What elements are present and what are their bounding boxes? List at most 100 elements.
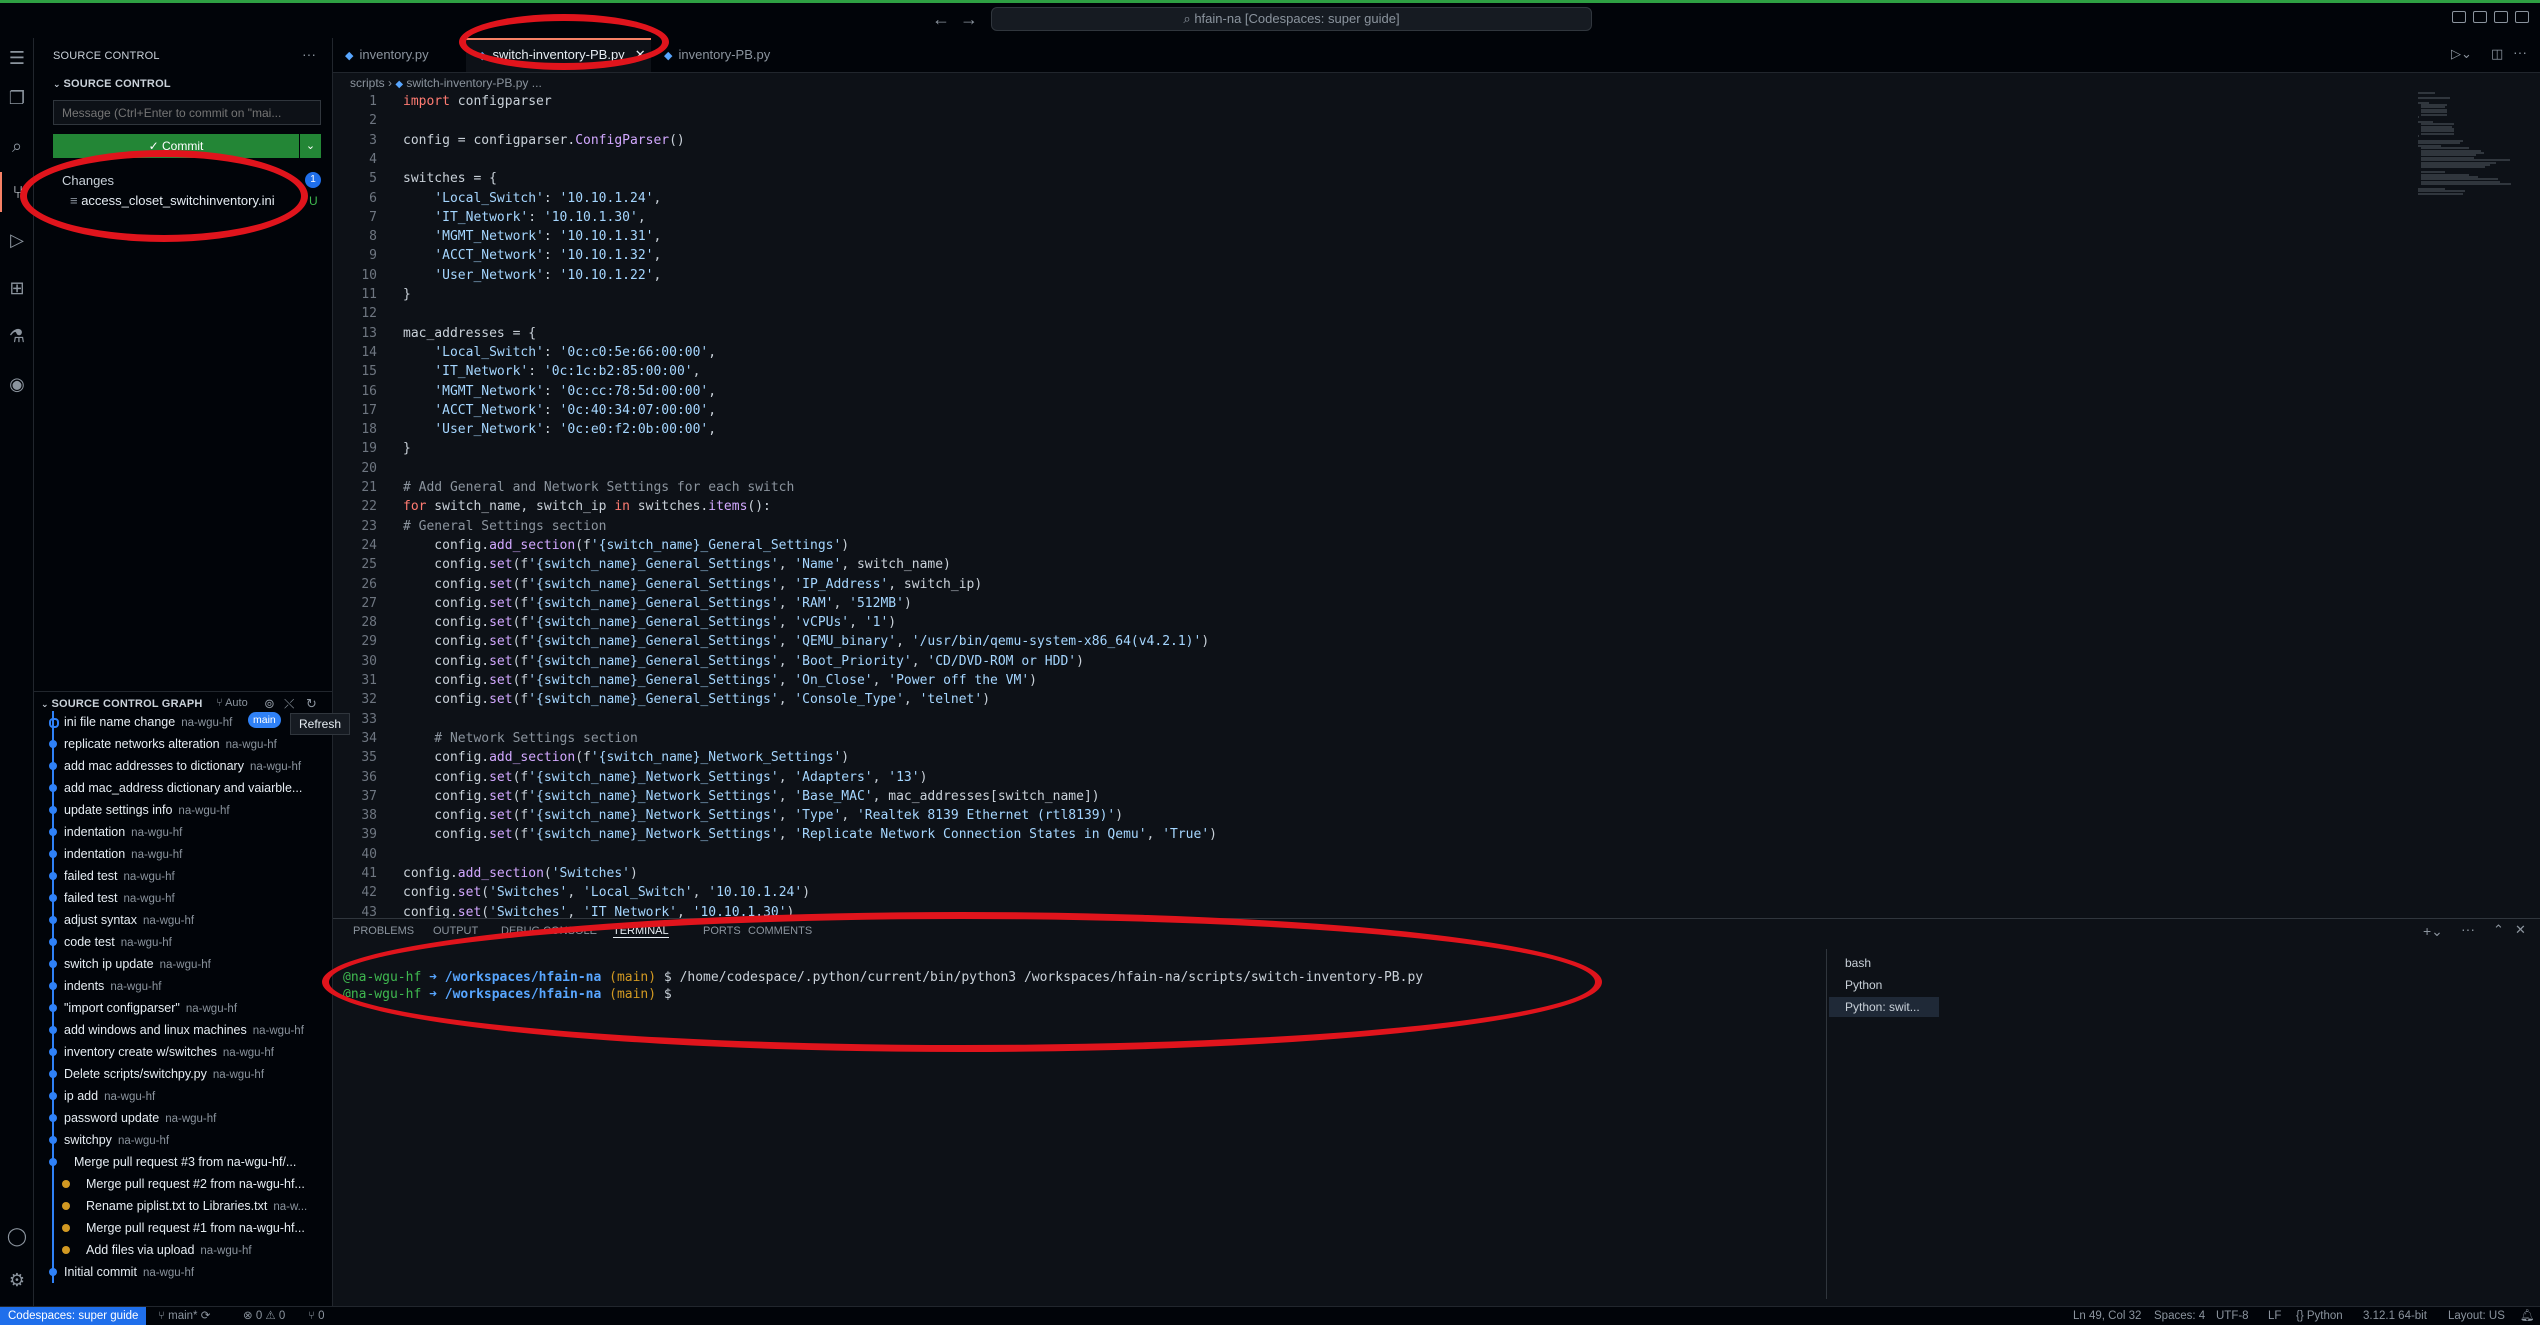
- line-number: 26: [361, 576, 377, 592]
- cursor-position[interactable]: Ln 49, Col 32: [2073, 1307, 2141, 1325]
- commit-row[interactable]: add mac_address dictionary and vaiarble.…: [34, 777, 333, 799]
- toggle-secondary-sidebar-icon[interactable]: [2494, 11, 2508, 23]
- extensions-icon[interactable]: ⊞: [0, 268, 34, 308]
- commit-message: update settings info: [64, 803, 173, 817]
- run-debug-icon[interactable]: ▷: [0, 220, 34, 260]
- commit-row[interactable]: indentation na-wgu-hf: [34, 821, 333, 843]
- commit-row[interactable]: replicate networks alteration na-wgu-hf: [34, 733, 333, 755]
- toggle-sidebar-icon[interactable]: [2452, 11, 2466, 23]
- commit-row[interactable]: Add files via upload na-wgu-hf: [34, 1239, 333, 1261]
- tab-inventory-pb[interactable]: ◆ inventory-PB.py: [652, 38, 814, 72]
- section-title[interactable]: ⌄ SOURCE CONTROL: [53, 78, 171, 90]
- commit-row[interactable]: update settings info na-wgu-hf: [34, 799, 333, 821]
- tab-problems[interactable]: PROBLEMS: [353, 925, 414, 937]
- more-actions-icon[interactable]: ···: [302, 46, 316, 62]
- panel-more-icon[interactable]: ···: [2461, 921, 2475, 937]
- terminal-item-bash[interactable]: bash: [1829, 953, 1939, 973]
- code-editor[interactable]: 1 import configparser 2 3 config = configpar…: [333, 92, 2540, 918]
- commit-author: na-wgu-hf: [178, 805, 230, 817]
- commit-row[interactable]: Delete scripts/switchpy.py na-wgu-hf: [34, 1063, 333, 1085]
- commit-author: na-wgu-hf: [104, 1091, 156, 1103]
- commit-row[interactable]: ip add na-wgu-hf: [34, 1085, 333, 1107]
- accounts-icon[interactable]: ◯: [0, 1216, 34, 1256]
- commit-row[interactable]: Initial commit na-wgu-hf: [34, 1261, 333, 1283]
- forward-arrow-icon[interactable]: →: [960, 9, 978, 30]
- indentation-status[interactable]: Spaces: 4: [2154, 1307, 2205, 1325]
- commit-row[interactable]: Rename piplist.txt to Libraries.txt na-w.…: [34, 1195, 333, 1217]
- commit-row[interactable]: Merge pull request #3 from na-wgu-hf/...: [34, 1151, 333, 1173]
- commit-message-input[interactable]: [53, 100, 321, 125]
- branch-icon: ⑂: [158, 1310, 169, 1322]
- breadcrumb-folder[interactable]: scripts: [350, 76, 385, 90]
- encoding-status[interactable]: UTF-8: [2216, 1307, 2249, 1325]
- branch-status[interactable]: ⑂ main* ⟳: [158, 1307, 210, 1325]
- commit-row[interactable]: failed test na-wgu-hf: [34, 865, 333, 887]
- interpreter-status[interactable]: 3.12.1 64-bit: [2363, 1307, 2427, 1325]
- line-number: 2: [369, 113, 377, 129]
- terminal-item-python-run[interactable]: Python: swit...: [1829, 997, 1939, 1017]
- commit-row[interactable]: code test na-wgu-hf: [34, 931, 333, 953]
- notifications-bell-icon[interactable]: 🔔︎: [2520, 1307, 2535, 1325]
- commit-row[interactable]: adjust syntax na-wgu-hf: [34, 909, 333, 931]
- command-center-search[interactable]: ⌕ hfain-na [Codespaces: super guide]: [991, 7, 1592, 31]
- ports-status[interactable]: ⑂ 0: [308, 1307, 325, 1325]
- commit-row[interactable]: Merge pull request #1 from na-wgu-hf...: [34, 1217, 333, 1239]
- breadcrumb-file[interactable]: switch-inventory-PB.py: [406, 76, 528, 90]
- tab-inventory[interactable]: ◆ inventory.py: [333, 38, 477, 72]
- keyboard-layout-status[interactable]: Layout: US: [2448, 1307, 2505, 1325]
- split-editor-icon[interactable]: ◫: [2491, 46, 2503, 62]
- problems-status[interactable]: ⊗ 0 ⚠ 0: [243, 1307, 285, 1325]
- commit-row[interactable]: inventory create w/switches na-wgu-hf: [34, 1041, 333, 1063]
- github-icon[interactable]: ◉: [0, 364, 34, 404]
- back-arrow-icon[interactable]: ←: [932, 9, 950, 30]
- line-number: 22: [361, 499, 377, 515]
- branch-icon: ⑂: [216, 697, 223, 709]
- commit-message: failed test: [64, 869, 118, 883]
- customize-layout-icon[interactable]: [2515, 11, 2529, 23]
- commit-message: inventory create w/switches: [64, 1045, 217, 1059]
- commit-message: switch ip update: [64, 957, 154, 971]
- line-number: 13: [361, 325, 377, 341]
- menu-icon[interactable]: ☰: [0, 38, 34, 78]
- new-terminal-icon[interactable]: +⌄: [2423, 923, 2443, 940]
- toggle-panel-icon[interactable]: [2473, 11, 2487, 23]
- commit-row[interactable]: ini file name change na-wgu-hf: [34, 711, 333, 733]
- commit-row[interactable]: failed test na-wgu-hf: [34, 887, 333, 909]
- minimap-line: [2418, 192, 2463, 195]
- commit-row[interactable]: add windows and linux machines na-wgu-hf: [34, 1019, 333, 1041]
- testing-icon[interactable]: ⚗: [0, 316, 34, 356]
- commit-row[interactable]: switchpy na-wgu-hf: [34, 1129, 333, 1151]
- close-panel-icon[interactable]: ✕: [2515, 922, 2526, 938]
- eol-status[interactable]: LF: [2268, 1307, 2281, 1325]
- explorer-icon[interactable]: ❐: [0, 78, 34, 118]
- refresh-icon[interactable]: ↻: [306, 696, 317, 712]
- run-python-file-icon[interactable]: ▷⌄: [2451, 46, 2472, 62]
- commit-dropdown-chevron-icon[interactable]: ⌄: [300, 134, 321, 158]
- language-status[interactable]: {} Python: [2296, 1307, 2343, 1325]
- python-file-icon: ◆: [395, 79, 404, 90]
- commit-row[interactable]: Merge pull request #2 from na-wgu-hf...: [34, 1173, 333, 1195]
- commit-message: code test: [64, 935, 115, 949]
- tab-output[interactable]: OUTPUT: [433, 925, 478, 937]
- commit-author: na-wgu-hf: [120, 937, 172, 949]
- remote-indicator[interactable]: Codespaces: super guide: [0, 1307, 147, 1325]
- breadcrumb-more[interactable]: ...: [532, 76, 542, 90]
- commit-row[interactable]: password update na-wgu-hf: [34, 1107, 333, 1129]
- commit-row[interactable]: indentation na-wgu-hf: [34, 843, 333, 865]
- pull-icon[interactable]: ⤬: [284, 696, 294, 712]
- graph-auto-toggle[interactable]: ⑂ Auto: [216, 697, 248, 709]
- commit-row[interactable]: add mac addresses to dictionary na-wgu-hf: [34, 755, 333, 777]
- terminal-item-python[interactable]: Python: [1829, 975, 1939, 995]
- commit-row[interactable]: switch ip update na-wgu-hf: [34, 953, 333, 975]
- commit-node-icon: [49, 718, 59, 728]
- search-icon[interactable]: ⌕: [0, 126, 34, 166]
- fetch-icon[interactable]: ⊚: [264, 696, 275, 712]
- maximize-panel-icon[interactable]: ⌃: [2493, 922, 2504, 938]
- minimap[interactable]: [2418, 92, 2526, 202]
- code-line: 'Local_Switch': '10.10.1.24',: [434, 190, 662, 206]
- commit-row[interactable]: "import configparser" na-wgu-hf: [34, 997, 333, 1019]
- commit-row[interactable]: indents na-wgu-hf: [34, 975, 333, 997]
- settings-gear-icon[interactable]: ⚙: [0, 1260, 34, 1300]
- editor-more-icon[interactable]: ···: [2513, 44, 2527, 60]
- python-file-icon: ◆: [345, 50, 354, 62]
